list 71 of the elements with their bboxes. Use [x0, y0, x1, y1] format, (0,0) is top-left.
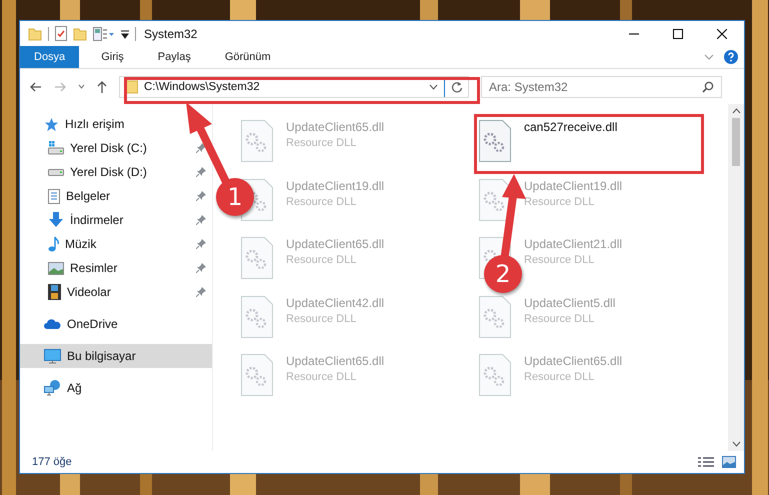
sidebar-item[interactable]: Yerel Disk (D:): [20, 160, 212, 184]
document-icon: [48, 188, 60, 204]
sidebar-item[interactable]: Bu bilgisayar: [20, 344, 212, 368]
scrollbar[interactable]: [728, 104, 744, 451]
recent-icon[interactable]: [78, 84, 85, 89]
file-gear-icon[interactable]: [479, 178, 511, 220]
download-icon: [48, 212, 64, 228]
sidebar-item[interactable]: Hızlı erişim: [20, 112, 212, 136]
monitor-icon: [44, 348, 61, 364]
new-folder-icon[interactable]: [73, 26, 87, 40]
sidebar-item[interactable]: Videolar: [20, 280, 212, 304]
file-gear-icon[interactable]: [479, 120, 511, 162]
ribbon-tab[interactable]: Görünüm: [212, 46, 283, 68]
layout-icon[interactable]: [93, 26, 115, 40]
network-icon: [44, 380, 61, 396]
sidebar-item[interactable]: Resimler: [20, 256, 212, 280]
help-icon[interactable]: [724, 50, 738, 64]
file-type: Resource DLL: [524, 312, 596, 324]
cloud-icon: [44, 319, 61, 329]
forward-icon[interactable]: [54, 82, 66, 92]
pin-icon[interactable]: [196, 287, 206, 297]
file-type: Resource DLL: [524, 196, 596, 208]
maximize-icon: [673, 28, 683, 38]
file-type: Resource DLL: [524, 371, 596, 383]
search-icon[interactable]: [702, 80, 714, 92]
back-icon[interactable]: [30, 82, 42, 92]
sidebar-item[interactable]: Müzik: [20, 232, 212, 256]
file-type: Resource DLL: [524, 254, 596, 266]
up-icon[interactable]: [97, 80, 107, 92]
sidebar-item[interactable]: OneDrive: [20, 312, 212, 336]
item-count: 177 öğe: [32, 456, 72, 468]
sidebar-item[interactable]: Ağ: [20, 376, 212, 400]
pin-icon[interactable]: [196, 239, 206, 249]
sidebar-item[interactable]: İndirmeler: [20, 208, 212, 232]
file-type: Resource DLL: [286, 196, 358, 208]
file-type: Resource DLL: [286, 137, 358, 149]
properties-icon[interactable]: [55, 26, 67, 41]
music-icon: [48, 236, 59, 252]
ribbon-tab[interactable]: Dosya: [20, 46, 80, 68]
address-field[interactable]: C:\Windows\System32: [119, 76, 469, 98]
search-field[interactable]: Ara: System32: [481, 76, 722, 98]
dropdown-icon[interactable]: [429, 84, 438, 90]
window-title: System32: [144, 26, 198, 40]
pin-icon[interactable]: [196, 167, 206, 177]
drive-icon: [48, 141, 64, 155]
pin-icon[interactable]: [196, 215, 206, 225]
scroll-thumb[interactable]: [732, 118, 740, 166]
sidebar-item[interactable]: Yerel Disk (C:): [20, 136, 212, 160]
file-type: Resource DLL: [286, 312, 358, 324]
file-type: Resource DLL: [286, 254, 358, 266]
close-icon: [717, 28, 727, 38]
drive-icon: [48, 168, 64, 176]
file-type: Resource DLL: [286, 371, 358, 383]
dropdown-icon[interactable]: [121, 28, 129, 38]
scroll-up-icon[interactable]: [732, 108, 740, 114]
folder-icon[interactable]: [28, 26, 42, 40]
chevron-icon[interactable]: [704, 54, 714, 60]
pin-icon[interactable]: [196, 191, 206, 201]
refresh-icon[interactable]: [451, 80, 463, 92]
image-icon: [48, 262, 64, 274]
ribbon-tab[interactable]: Giriş: [89, 46, 136, 68]
scroll-down-icon[interactable]: [732, 441, 740, 447]
pin-icon[interactable]: [196, 143, 206, 153]
details-view-icon[interactable]: [698, 456, 714, 468]
star-icon: [44, 116, 59, 132]
film-icon: [48, 284, 61, 300]
ribbon-tab[interactable]: Paylaş: [146, 46, 203, 68]
sidebar-item[interactable]: Belgeler: [20, 184, 212, 208]
file-name[interactable]: can527receive.dll: [524, 120, 618, 134]
large-icons-view-icon[interactable]: [722, 456, 736, 468]
pin-icon[interactable]: [196, 263, 206, 273]
